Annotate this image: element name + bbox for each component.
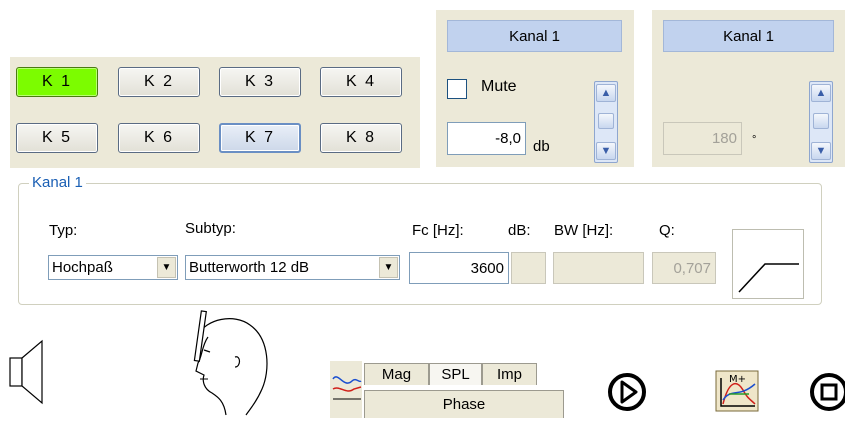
bw-label: BW [Hz]: — [554, 222, 614, 239]
chart-marker-icon[interactable]: M+ — [715, 370, 759, 412]
subtyp-select-value: Butterworth 12 dB — [189, 259, 310, 276]
graph-button[interactable] — [330, 361, 362, 418]
phase-down-button[interactable]: ▼ — [811, 142, 831, 160]
phase-spinner[interactable]: ▲ ▼ — [809, 81, 833, 163]
gain-value-field[interactable]: -8,0 — [447, 122, 526, 155]
phase-unit: ° — [752, 134, 757, 146]
q-field[interactable]: 0,707 — [652, 252, 716, 284]
phase-scroll-thumb[interactable] — [813, 113, 829, 129]
mute-label: Mute — [481, 78, 517, 95]
chevron-down-icon[interactable]: ▼ — [379, 257, 398, 278]
chevron-up-icon: ▲ — [815, 87, 827, 99]
chevron-up-icon: ▲ — [600, 87, 612, 99]
channel-button-k2[interactable]: K 2 — [118, 67, 200, 97]
filter-group-title: Kanal 1 — [29, 174, 86, 191]
tab-imp[interactable]: Imp — [482, 363, 537, 385]
chevron-down-icon: ▼ — [815, 145, 827, 157]
db-field[interactable] — [511, 252, 546, 284]
channel-selector: K 1 K 2 K 3 K 4 K 5 K 6 K 7 K 8 — [10, 57, 420, 168]
gain-spinner[interactable]: ▲ ▼ — [594, 81, 618, 163]
channel-button-k5[interactable]: K 5 — [16, 123, 98, 153]
speaker-icon[interactable] — [8, 338, 48, 406]
listener-head-icon[interactable] — [186, 305, 276, 417]
bw-field[interactable] — [553, 252, 644, 284]
typ-select[interactable]: Hochpaß ▼ — [48, 255, 178, 280]
gain-unit: db — [533, 138, 550, 155]
subtyp-label: Subtyp: — [185, 220, 236, 237]
tab-mag[interactable]: Mag — [364, 363, 429, 385]
play-icon[interactable] — [606, 371, 648, 413]
stop-icon[interactable] — [808, 371, 845, 413]
svg-text:M+: M+ — [729, 374, 746, 385]
phase-panel: Kanal 1 180 ° ▲ ▼ — [652, 10, 845, 167]
phase-value-field[interactable]: 180 — [663, 122, 742, 155]
db-label: dB: — [508, 222, 531, 239]
highpass-curve-icon — [732, 229, 804, 299]
tab-spl[interactable]: SPL — [429, 363, 482, 385]
graph-icon — [332, 376, 362, 400]
gain-up-button[interactable]: ▲ — [596, 84, 616, 102]
channel-button-k7[interactable]: K 7 — [219, 123, 301, 153]
chevron-down-icon[interactable]: ▼ — [157, 257, 176, 278]
tab-phase[interactable]: Phase — [364, 390, 564, 418]
channel-button-k8[interactable]: K 8 — [320, 123, 402, 153]
gain-scroll-thumb[interactable] — [598, 113, 614, 129]
filter-group: Kanal 1 Typ: Subtyp: Fc [Hz]: dB: BW [Hz… — [18, 174, 822, 305]
channel-button-k1[interactable]: K 1 — [16, 67, 98, 97]
mute-checkbox[interactable] — [447, 79, 467, 99]
channel-button-k6[interactable]: K 6 — [118, 123, 200, 153]
fc-label: Fc [Hz]: — [412, 222, 464, 239]
gain-panel: Kanal 1 Mute -8,0 db ▲ ▼ — [436, 10, 634, 167]
q-label: Q: — [659, 222, 675, 239]
gain-panel-header: Kanal 1 — [447, 20, 622, 52]
fc-field[interactable]: 3600 — [409, 252, 509, 284]
phase-up-button[interactable]: ▲ — [811, 84, 831, 102]
phase-panel-header: Kanal 1 — [663, 20, 834, 52]
subtyp-select[interactable]: Butterworth 12 dB ▼ — [185, 255, 400, 280]
typ-label: Typ: — [49, 222, 78, 239]
chevron-down-icon: ▼ — [600, 145, 612, 157]
channel-button-k4[interactable]: K 4 — [320, 67, 402, 97]
typ-select-value: Hochpaß — [52, 259, 113, 276]
gain-down-button[interactable]: ▼ — [596, 142, 616, 160]
channel-button-k3[interactable]: K 3 — [219, 67, 301, 97]
